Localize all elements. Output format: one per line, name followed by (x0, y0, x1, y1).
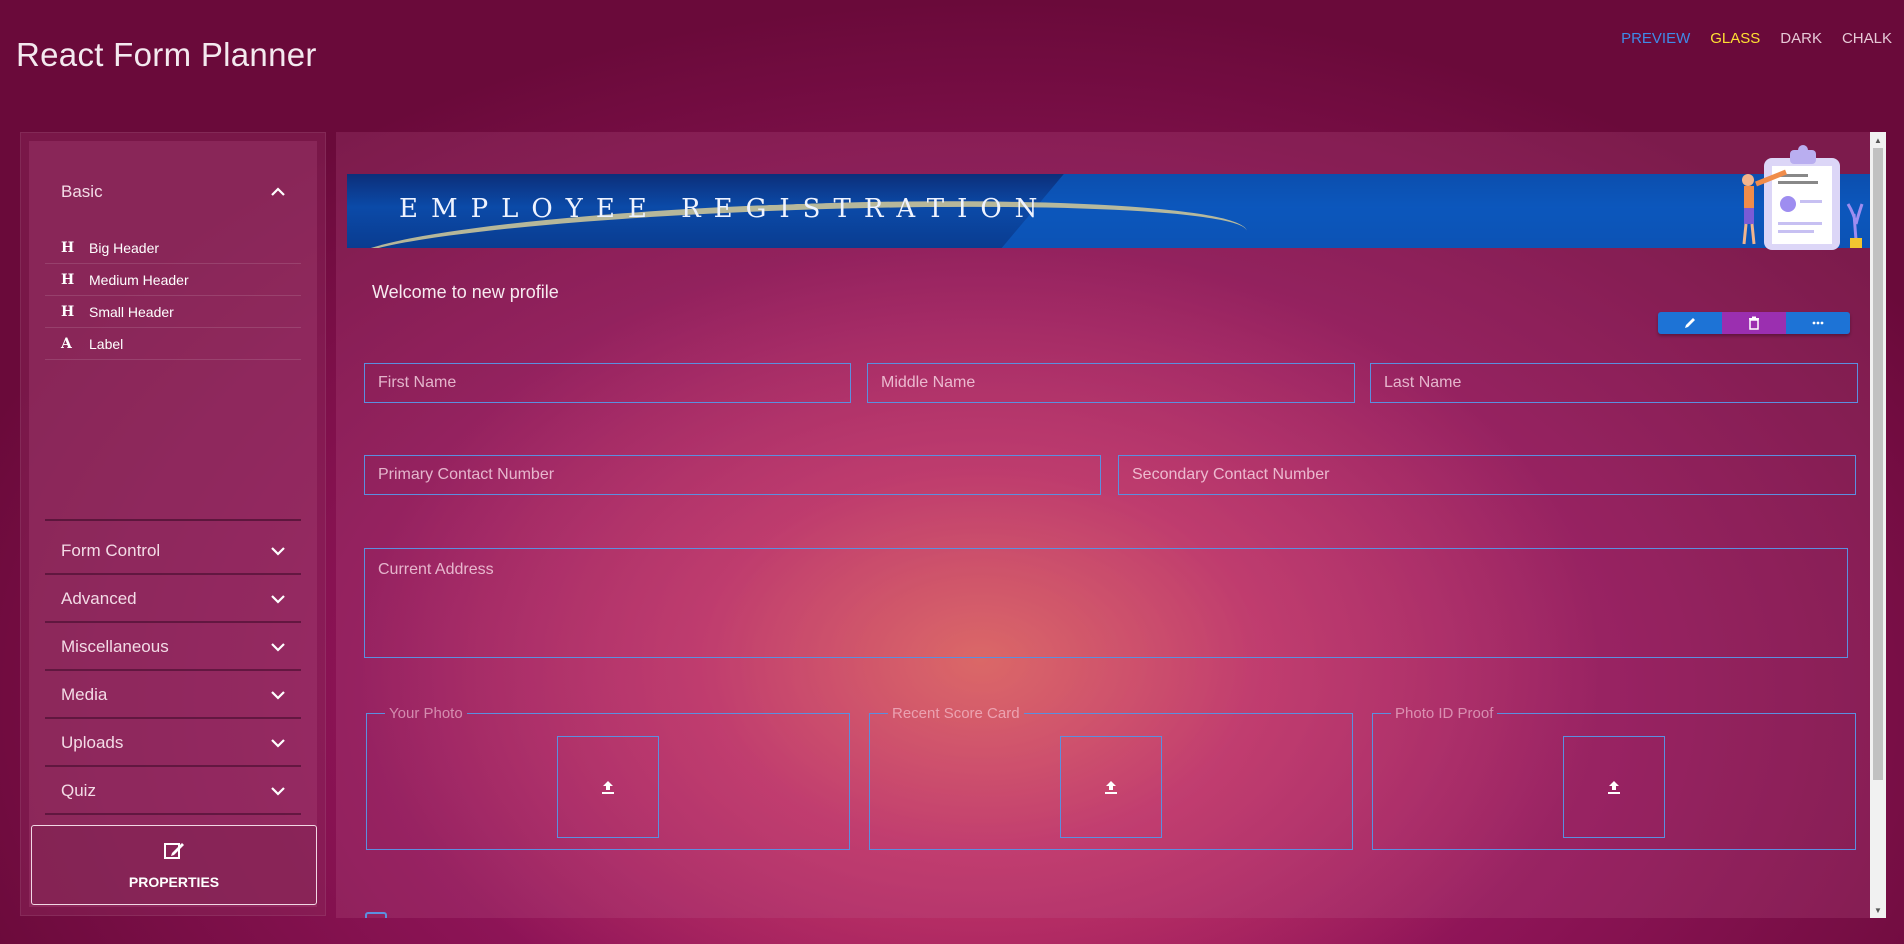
chevron-down-icon (271, 787, 285, 796)
more-options-button[interactable] (1786, 312, 1850, 334)
upload-your-photo: Your Photo (366, 705, 850, 850)
header-icon: H (61, 239, 75, 256)
banner: EMPLOYEE REGISTRATION (347, 174, 1877, 248)
scroll-down-icon[interactable]: ▼ (1870, 902, 1886, 918)
header-icon: H (61, 303, 75, 320)
basic-item-list: H Big Header H Medium Header H Small Hea… (45, 232, 301, 360)
section-label: Advanced (61, 589, 137, 608)
chevron-down-icon (271, 595, 285, 604)
sidebar: Basic H Big Header H Medium Header H Sma… (20, 132, 326, 916)
chevron-down-icon (271, 547, 285, 556)
divider (45, 519, 301, 521)
section-label: Uploads (61, 733, 124, 752)
sidebar-item-small-header[interactable]: H Small Header (45, 296, 301, 328)
pencil-icon (1685, 318, 1695, 328)
theme-switcher: PREVIEW GLASS DARK CHALK (1621, 30, 1892, 47)
clipboard-illustration (1742, 145, 1864, 250)
label-icon: A (61, 335, 72, 352)
current-address-textarea[interactable] (364, 548, 1848, 658)
properties-label: PROPERTIES (128, 874, 220, 890)
secondary-contact-input[interactable] (1118, 455, 1856, 495)
upload-icon (1105, 781, 1117, 794)
chevron-up-icon (271, 187, 285, 196)
sidebar-item-label: Small Header (89, 303, 174, 320)
scroll-up-icon[interactable]: ▲ (1870, 132, 1886, 148)
section-basic[interactable]: Basic (45, 169, 301, 215)
primary-contact-input[interactable] (364, 455, 1101, 495)
chevron-down-icon (271, 643, 285, 652)
middle-name-input[interactable] (867, 363, 1355, 403)
section-advanced[interactable]: Advanced (45, 577, 301, 623)
scrollbar[interactable]: ▲ ▼ (1870, 132, 1886, 918)
sidebar-item-label: Label (89, 335, 124, 352)
delete-element-button[interactable] (1722, 312, 1786, 334)
sidebar-item-medium-header[interactable]: H Medium Header (45, 264, 301, 296)
chevron-down-icon (271, 691, 285, 700)
sidebar-item-big-header[interactable]: H Big Header (45, 232, 301, 264)
upload-icon (1608, 781, 1620, 794)
welcome-text: Welcome to new profile (372, 282, 559, 302)
section-form-control[interactable]: Form Control (45, 529, 301, 575)
trash-icon (1749, 316, 1759, 330)
upload-button[interactable] (1060, 736, 1162, 838)
section-basic-label: Basic (61, 182, 103, 201)
more-icon (1812, 321, 1824, 325)
upload-button[interactable] (557, 736, 659, 838)
upload-label: Photo ID Proof (1395, 705, 1494, 722)
upload-button[interactable] (1563, 736, 1665, 838)
upload-icon (602, 781, 614, 794)
sidebar-panel: Basic H Big Header H Medium Header H Sma… (29, 141, 317, 907)
app-title: React Form Planner (16, 36, 317, 73)
section-label: Quiz (61, 781, 96, 800)
theme-chalk[interactable]: CHALK (1842, 30, 1892, 47)
section-label: Miscellaneous (61, 637, 169, 656)
properties-button[interactable]: PROPERTIES (31, 825, 317, 905)
element-toolbar (1658, 312, 1850, 334)
section-label: Media (61, 685, 108, 704)
section-quiz[interactable]: Quiz (45, 769, 301, 815)
theme-preview[interactable]: PREVIEW (1621, 30, 1690, 47)
header-icon: H (61, 271, 75, 288)
chevron-down-icon (271, 739, 285, 748)
edit-element-button[interactable] (1658, 312, 1722, 334)
sidebar-item-label-element[interactable]: A Label (45, 328, 301, 360)
upload-photo-id-proof: Photo ID Proof (1372, 705, 1856, 850)
theme-glass[interactable]: GLASS (1710, 30, 1760, 47)
section-label: Form Control (61, 541, 161, 560)
sidebar-item-label: Medium Header (89, 271, 189, 288)
edit-icon (164, 843, 184, 859)
sidebar-item-label: Big Header (89, 239, 160, 256)
section-media[interactable]: Media (45, 673, 301, 719)
upload-label: Your Photo (389, 705, 463, 722)
checkbox[interactable] (365, 912, 387, 918)
last-name-input[interactable] (1370, 363, 1858, 403)
upload-label: Recent Score Card (892, 705, 1020, 722)
scroll-thumb[interactable] (1873, 148, 1883, 780)
first-name-input[interactable] (364, 363, 851, 403)
section-miscellaneous[interactable]: Miscellaneous (45, 625, 301, 671)
section-uploads[interactable]: Uploads (45, 721, 301, 767)
banner-title: EMPLOYEE REGISTRATION (399, 194, 1051, 224)
upload-recent-score-card: Recent Score Card (869, 705, 1353, 850)
theme-dark[interactable]: DARK (1780, 30, 1822, 47)
form-canvas: EMPLOYEE REGISTRATION Welcome to new pro… (336, 132, 1886, 918)
